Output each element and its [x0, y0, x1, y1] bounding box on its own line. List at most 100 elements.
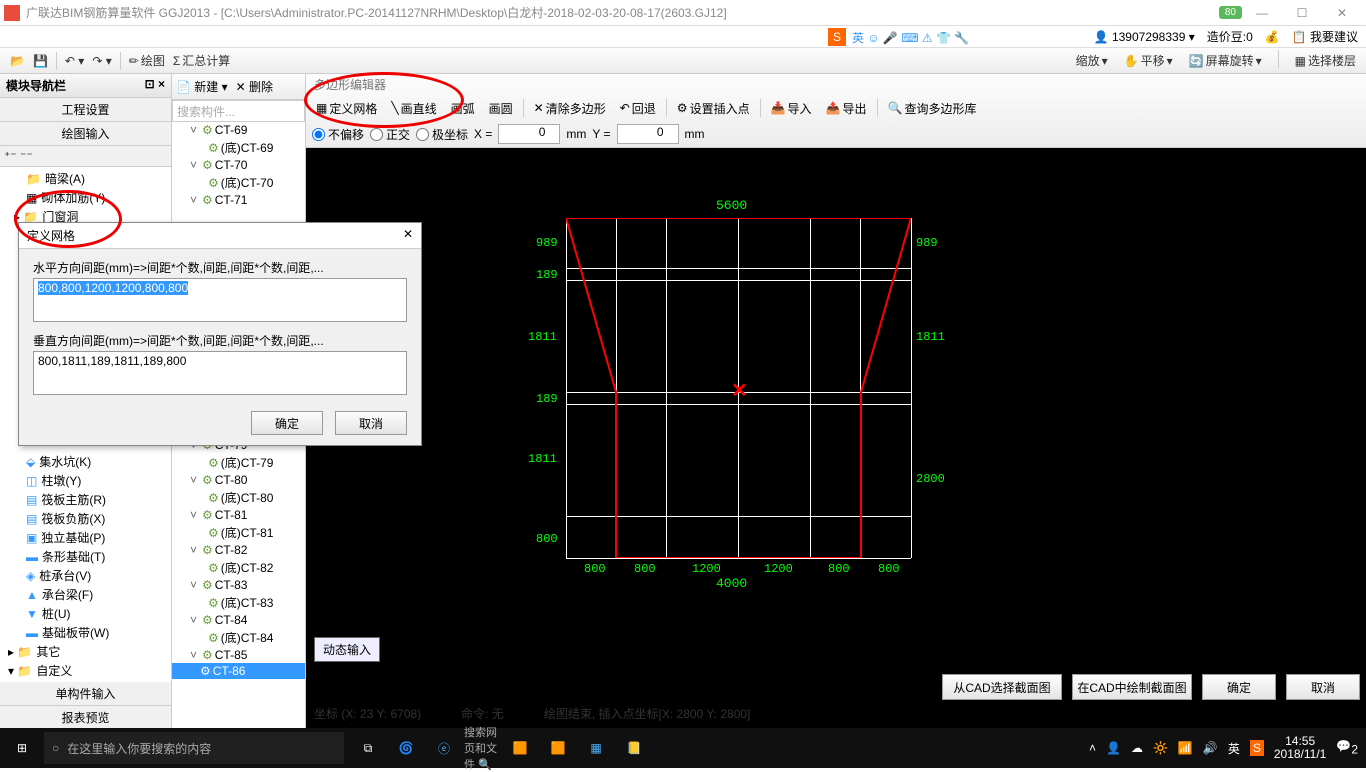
undo-button[interactable]: ↶ ▾ [61, 52, 88, 70]
v-spacing-label: 垂直方向间距(mm)=>间距*个数,间距,间距*个数,间距,... [33, 332, 407, 349]
dim-bottom: 4000 [716, 576, 747, 591]
sum-button[interactable]: Σ 汇总计算 [169, 50, 234, 71]
pan-button[interactable]: ✋ 平移 ▾ [1120, 50, 1177, 71]
sogou-tray-icon[interactable]: S [1250, 740, 1264, 756]
tree-item: ▾ 📁 自定义 [2, 661, 169, 680]
tree-item: ⬙集水坑(K) [2, 452, 169, 471]
feedback-button[interactable]: 📋 我要建议 [1292, 28, 1358, 45]
tree-item: ▤筏板负筋(X) [2, 509, 169, 528]
save-button[interactable]: 💾 [29, 52, 52, 70]
editor-area: 多边形编辑器 ▦ 定义网格 ╲ 画直线 画弧 画圆 ✕ 清除多边形 ↶ 回退 ⚙… [306, 74, 1366, 730]
edge-icon[interactable]: ⓔ [426, 728, 462, 768]
tree-item: ◈桩承台(V) [2, 566, 169, 585]
radio-ortho[interactable]: 正交 [370, 126, 410, 143]
notification-icon[interactable]: 💬2 [1336, 739, 1358, 756]
wifi-icon[interactable]: 📶 [1178, 741, 1193, 755]
rotate-button[interactable]: 🔄 屏幕旋转 ▾ [1185, 50, 1266, 71]
status-draw: 绘图结束, 插入点坐标[X: 2800 Y: 2800] [544, 705, 751, 722]
dialog-cancel-button[interactable]: 取消 [335, 411, 407, 435]
cloud-icon[interactable]: ☁ [1131, 741, 1143, 755]
draw-input-link[interactable]: 绘图输入 [0, 122, 171, 146]
ime-icons[interactable]: 英 ☺ 🎤 ⌨ ⚠ 👕 🔧 [852, 29, 969, 46]
insert-point-icon: ✕ [731, 378, 748, 403]
single-input-link[interactable]: 单构件输入 [0, 682, 171, 706]
delete-button[interactable]: ✕ 删除 [236, 78, 273, 95]
x-label: X = [474, 127, 492, 141]
undo-step-button[interactable]: ↶ 回退 [616, 98, 660, 119]
perf-badge: 80 [1219, 6, 1242, 19]
credit-label: 造价豆:0 [1207, 28, 1253, 45]
dialog-close-icon[interactable]: ✕ [403, 227, 413, 244]
tray-up-icon[interactable]: ˄ [1089, 741, 1096, 755]
draw-cad-button[interactable]: 在CAD中绘制截面图 [1072, 674, 1192, 700]
tree-item: ▦砌体加筋(Y) [2, 188, 169, 207]
dynamic-input-button[interactable]: 动态输入 [314, 637, 380, 662]
people-icon[interactable]: 👤 [1106, 741, 1121, 755]
app-icon[interactable]: 🌀 [388, 728, 424, 768]
unit-label: mm [566, 127, 586, 141]
clear-button[interactable]: ✕ 清除多边形 [530, 98, 610, 119]
draw-circle-button[interactable]: 画圆 [485, 98, 517, 119]
search-web[interactable]: 搜索网页和文件 🔍 [464, 728, 500, 768]
app-logo-icon [4, 5, 20, 21]
dialog-ok-button[interactable]: 确定 [251, 411, 323, 435]
nav-header: 模块导航栏⊡ × [0, 74, 171, 98]
tray-icon[interactable]: 🔆 [1153, 741, 1168, 755]
app-icon[interactable]: 🟧 [540, 728, 576, 768]
export-button[interactable]: 📤 导出 [822, 98, 871, 119]
close-button[interactable]: ✕ [1322, 3, 1362, 23]
report-link[interactable]: 报表预览 [0, 706, 171, 730]
new-button[interactable]: 📄 新建 ▾ [176, 78, 228, 95]
radio-polar[interactable]: 极坐标 [416, 126, 468, 143]
tree-item: ▼桩(U) [2, 604, 169, 623]
import-button[interactable]: 📥 导入 [767, 98, 816, 119]
dim-top: 5600 [716, 198, 747, 213]
unit-label: mm [685, 127, 705, 141]
dialog-title: 定义网格 [27, 227, 75, 244]
x-input[interactable]: 0 [498, 124, 560, 144]
drawing-canvas[interactable]: ✕ 5600 4000 989 189 1811 189 1811 800 98… [306, 148, 1366, 730]
grid-dialog: 定义网格 ✕ 水平方向间距(mm)=>间距*个数,间距,间距*个数,间距,...… [18, 222, 422, 446]
tree-item: 📁暗梁(A) [2, 169, 169, 188]
define-grid-button[interactable]: ▦ 定义网格 [312, 98, 381, 119]
system-tray[interactable]: ˄ 👤 ☁ 🔆 📶 🔊 英 S 14:552018/11/1 💬2 [1089, 735, 1366, 761]
draw-line-button[interactable]: ╲ 画直线 [387, 98, 440, 119]
minimize-button[interactable]: — [1242, 3, 1282, 23]
task-view-icon[interactable]: ⧉ [350, 728, 386, 768]
app-icon[interactable]: 🟧 [502, 728, 538, 768]
zoom-button[interactable]: 缩放 ▾ [1072, 50, 1112, 71]
library-button[interactable]: 🔍 查询多边形库 [884, 98, 981, 119]
maximize-button[interactable]: ☐ [1282, 3, 1322, 23]
volume-icon[interactable]: 🔊 [1203, 741, 1218, 755]
tree-item: ▣独立基础(P) [2, 528, 169, 547]
start-button[interactable]: ⊞ [0, 728, 44, 768]
project-settings-link[interactable]: 工程设置 [0, 98, 171, 122]
ime-float-bar[interactable]: S 英 ☺ 🎤 ⌨ ⚠ 👕 🔧 [828, 28, 969, 46]
clock[interactable]: 14:552018/11/1 [1274, 735, 1327, 761]
search-input[interactable]: 搜索构件... [172, 100, 305, 122]
draw-button[interactable]: ✏ 绘图 [125, 50, 169, 71]
h-spacing-input[interactable]: 800,800,1200,1200,800,800 [33, 278, 407, 322]
insert-point-button[interactable]: ⚙ 设置插入点 [673, 98, 754, 119]
y-input[interactable]: 0 [617, 124, 679, 144]
taskbar-search[interactable]: ○ 在这里输入你要搜索的内容 [44, 732, 344, 764]
canvas-cancel-button[interactable]: 取消 [1286, 674, 1360, 700]
redo-button[interactable]: ↷ ▾ [88, 52, 115, 70]
tree-item: ▬基础板带(W) [2, 623, 169, 642]
app-icon[interactable]: 📒 [616, 728, 652, 768]
canvas-ok-button[interactable]: 确定 [1202, 674, 1276, 700]
app-icon[interactable]: ▦ [578, 728, 614, 768]
ime-icon[interactable]: 英 [1228, 740, 1240, 757]
v-spacing-input[interactable]: 800,1811,189,1811,189,800 [33, 351, 407, 395]
radio-no-offset[interactable]: 不偏移 [312, 126, 364, 143]
y-label: Y = [592, 127, 610, 141]
windows-taskbar[interactable]: ⊞ ○ 在这里输入你要搜索的内容 ⧉ 🌀 ⓔ 搜索网页和文件 🔍 🟧 🟧 ▦ 📒… [0, 728, 1366, 768]
open-button[interactable]: 📂 [6, 52, 29, 70]
from-cad-button[interactable]: 从CAD选择截面图 [942, 674, 1062, 700]
tree-mode-icons[interactable]: ⁺⁻ ⁻⁻ [0, 146, 171, 167]
user-phone[interactable]: 👤 13907298339 ▾ [1094, 30, 1195, 44]
tree-item: ◫柱墩(Y) [2, 471, 169, 490]
floor-button[interactable]: ▦ 选择楼层 [1291, 50, 1360, 71]
credit-icon[interactable]: 💰 [1265, 30, 1280, 44]
draw-arc-button[interactable]: 画弧 [447, 98, 479, 119]
